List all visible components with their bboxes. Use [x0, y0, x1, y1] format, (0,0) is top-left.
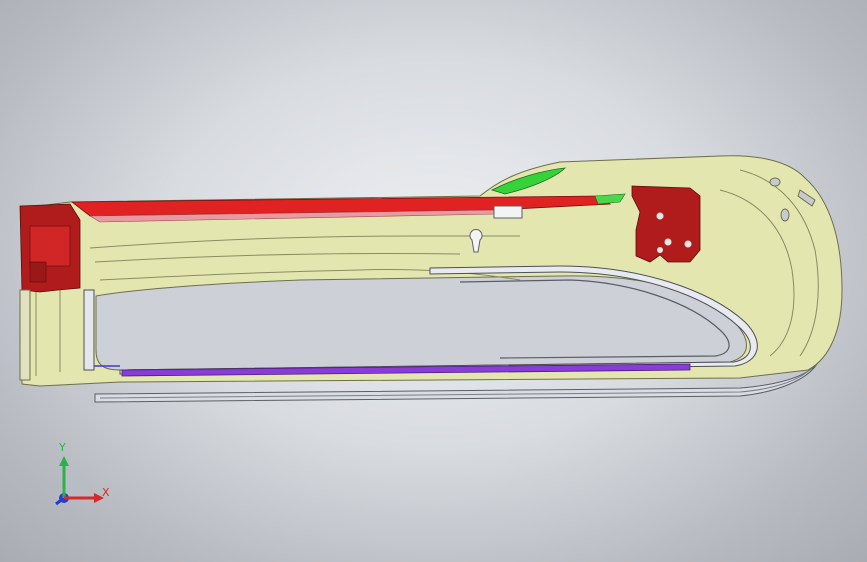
bracket-hole-2: [664, 238, 672, 246]
triad-y-label: Y: [59, 441, 66, 454]
cad-model[interactable]: [0, 0, 867, 562]
left-cap-block: [29, 225, 71, 267]
left-post-2: [19, 289, 31, 381]
bracket-hole-3: [684, 240, 692, 248]
triad-y-arrow: [59, 456, 69, 466]
bracket-hole-1: [656, 212, 664, 220]
triad-plane: [64, 472, 90, 498]
rail-clip[interactable]: [493, 205, 523, 219]
bracket-hole-4: [657, 247, 663, 253]
left-cap-tab: [29, 261, 47, 283]
graphics-viewport[interactable]: Y X: [0, 0, 867, 562]
triad-x-label: X: [102, 486, 110, 499]
orientation-triad[interactable]: Y X: [48, 442, 118, 512]
right-bracket[interactable]: [631, 185, 701, 263]
shell-hole-2: [769, 177, 781, 187]
shell-hole-1: [780, 208, 790, 222]
left-post[interactable]: [83, 289, 95, 371]
shell-inner-opening: [95, 275, 747, 371]
